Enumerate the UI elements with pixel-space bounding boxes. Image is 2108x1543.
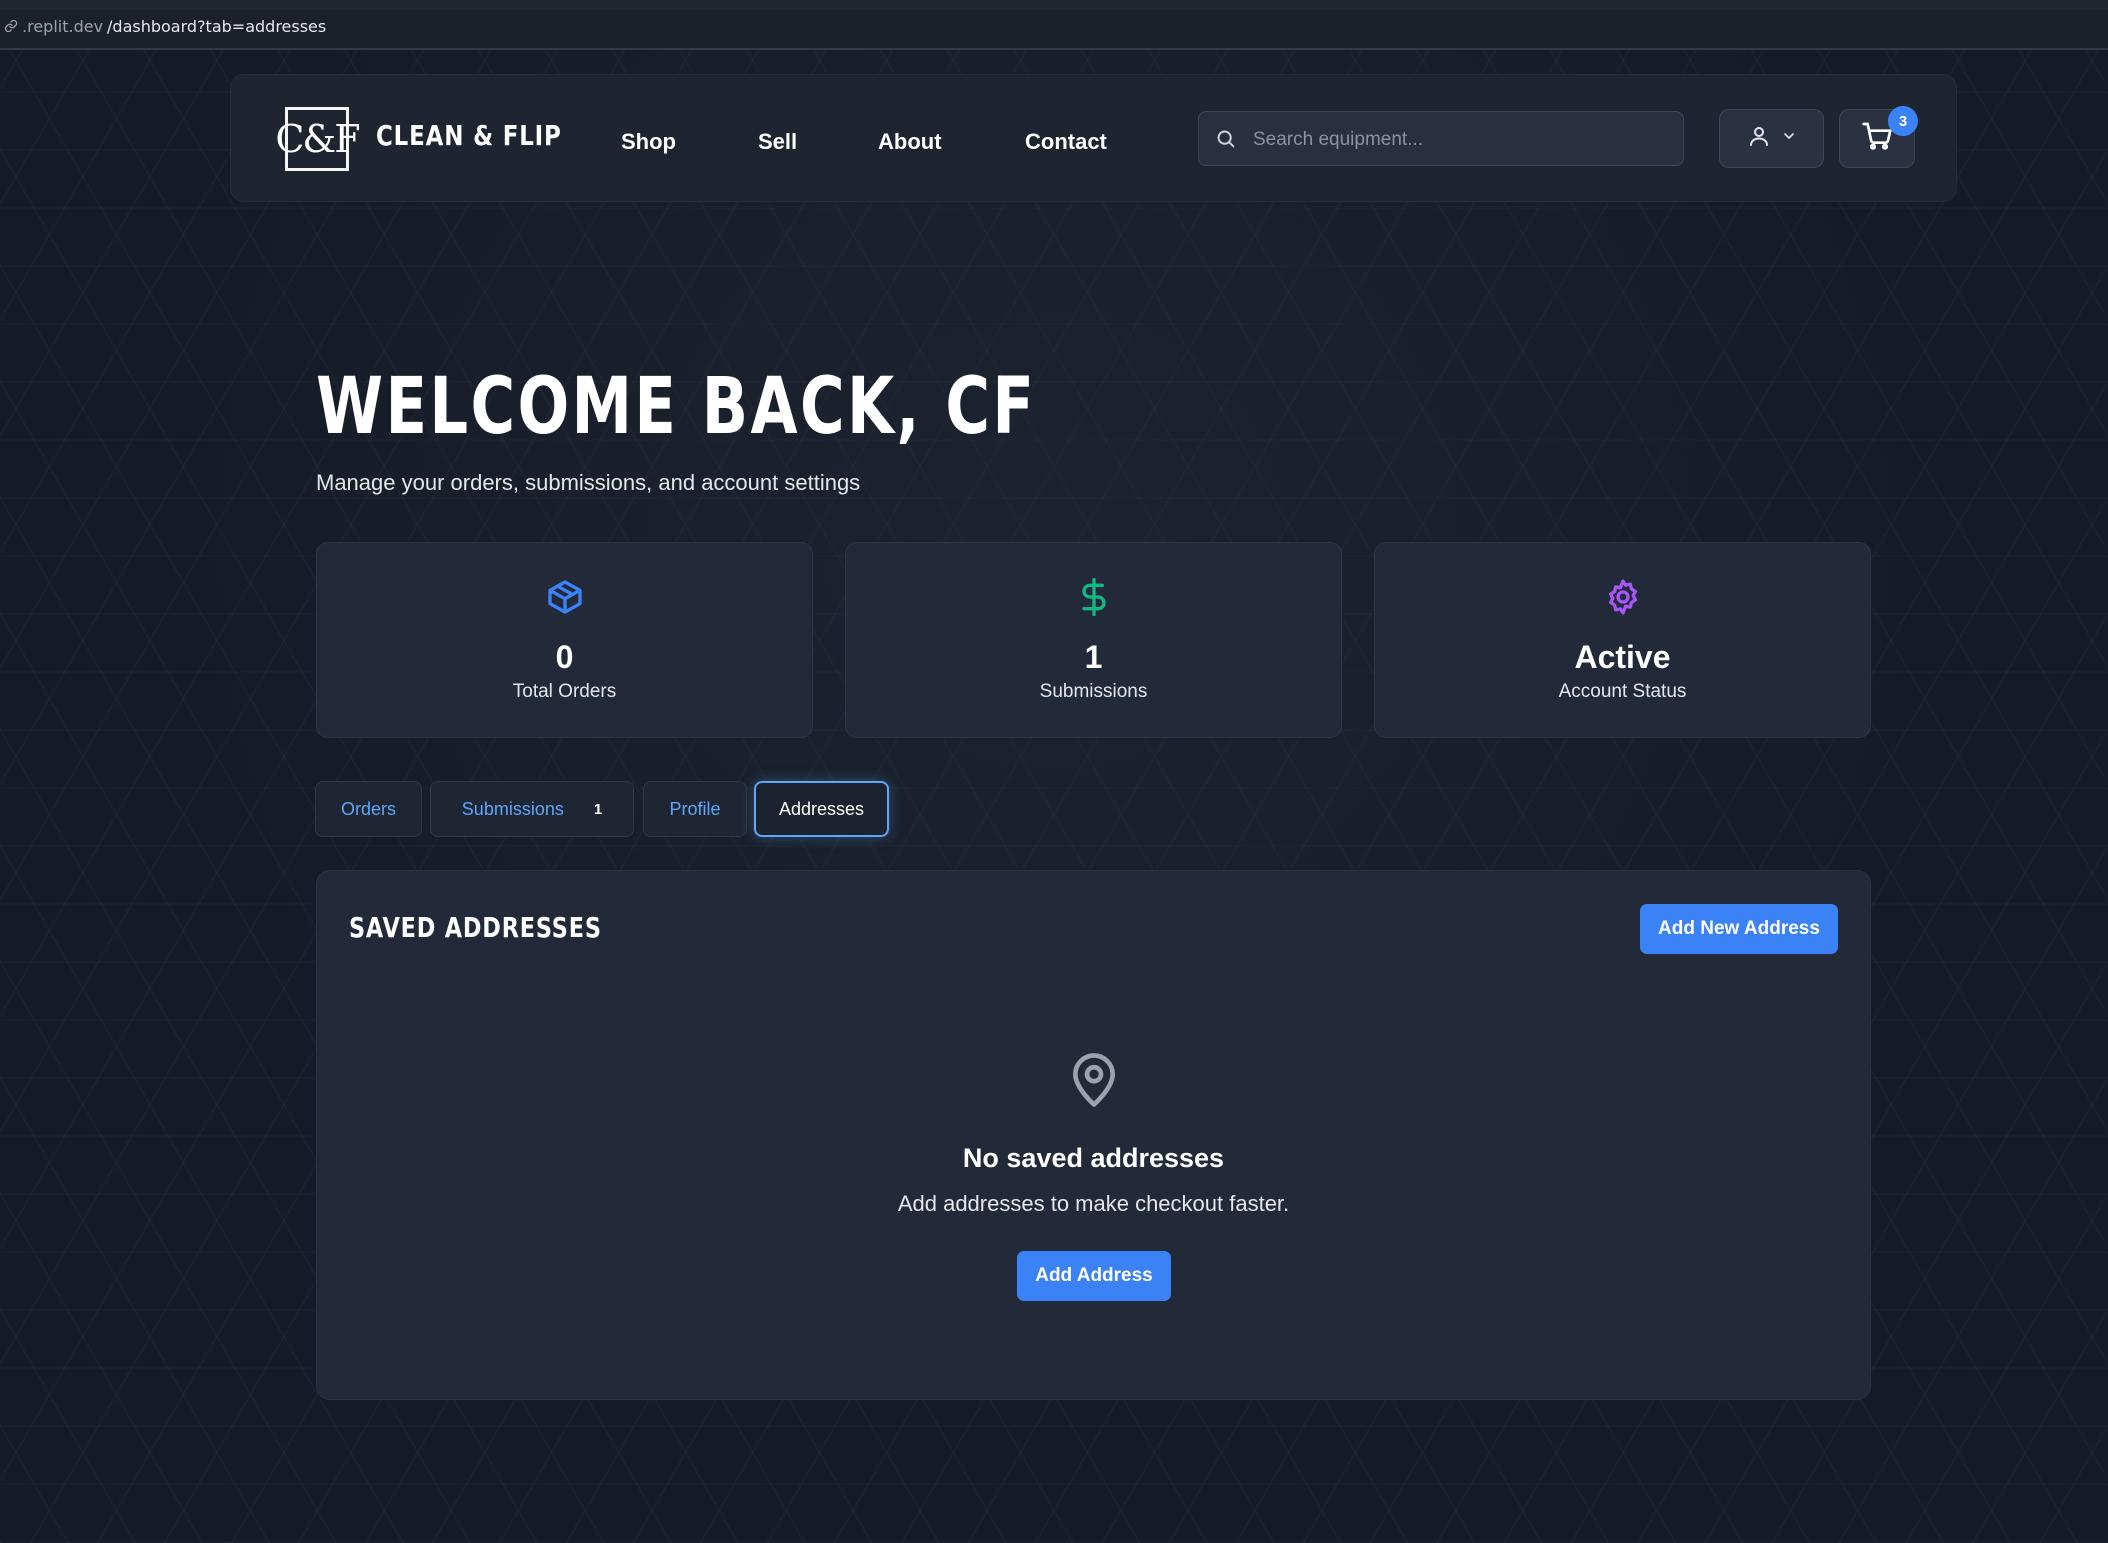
brand-name[interactable]: CLEAN & FLIP <box>376 119 562 152</box>
browser-tab-strip <box>0 0 2108 10</box>
tab-submissions[interactable]: Submissions 1 <box>430 781 634 837</box>
stat-label: Account Status <box>1558 681 1687 702</box>
search-icon <box>1215 128 1236 154</box>
link-icon <box>4 19 18 33</box>
url-host: .replit.dev <box>22 16 104 36</box>
nav-shop[interactable]: Shop <box>621 129 676 155</box>
nav-about[interactable]: About <box>878 129 942 155</box>
package-icon <box>317 577 812 617</box>
dollar-icon <box>846 577 1341 617</box>
empty-state-title: No saved addresses <box>962 1143 1225 1173</box>
saved-addresses-panel: SAVED ADDRESSES Add New Address No saved… <box>316 870 1871 1400</box>
page-subtitle: Manage your orders, submissions, and acc… <box>316 470 861 495</box>
stat-value: 1 <box>1084 639 1103 675</box>
search-input[interactable] <box>1251 112 1675 167</box>
search-box[interactable] <box>1198 111 1684 167</box>
user-menu-button[interactable] <box>1719 109 1824 168</box>
nav-sell[interactable]: Sell <box>758 129 797 155</box>
empty-state-description: Add addresses to make checkout faster. <box>897 1191 1290 1216</box>
add-new-address-button[interactable]: Add New Address <box>1640 904 1838 954</box>
tab-addresses[interactable]: Addresses <box>754 781 889 837</box>
cart-count-badge: 3 <box>1888 106 1918 136</box>
tab-label: Submissions <box>461 798 564 819</box>
tab-orders[interactable]: Orders <box>315 781 422 837</box>
tab-label: Orders <box>340 798 396 819</box>
user-icon <box>1747 124 1771 153</box>
stat-card-account-status: Active Account Status <box>1374 542 1871 738</box>
tab-profile[interactable]: Profile <box>643 781 747 837</box>
tab-label: Addresses <box>778 798 865 819</box>
chevron-down-icon <box>1781 128 1797 149</box>
logo-text: C&F <box>275 117 360 161</box>
stat-card-total-orders: 0 Total Orders <box>316 542 813 738</box>
browser-url-bar[interactable]: .replit.dev/dashboard?tab=addresses <box>0 0 2108 50</box>
url-display[interactable]: .replit.dev/dashboard?tab=addresses <box>4 10 326 42</box>
add-address-button[interactable]: Add Address <box>1017 1251 1171 1301</box>
brand-logo[interactable]: C&F <box>275 107 361 171</box>
url-path: /dashboard?tab=addresses <box>107 16 327 36</box>
stat-label: Submissions <box>1039 681 1148 702</box>
stat-value: Active <box>1574 639 1671 675</box>
nav-contact[interactable]: Contact <box>1025 129 1107 155</box>
map-pin-icon <box>317 1049 1870 1111</box>
stat-value: 0 <box>555 639 574 675</box>
site-header: C&F CLEAN & FLIP Shop Sell About Contact <box>230 74 1957 202</box>
stat-card-submissions: 1 Submissions <box>845 542 1342 738</box>
stat-label: Total Orders <box>512 681 617 702</box>
tab-count-badge: 1 <box>593 800 603 818</box>
tab-label: Profile <box>669 798 721 819</box>
gear-icon <box>1375 577 1870 617</box>
panel-title: SAVED ADDRESSES <box>349 911 602 944</box>
page-title: WELCOME BACK, CF <box>316 362 1037 452</box>
